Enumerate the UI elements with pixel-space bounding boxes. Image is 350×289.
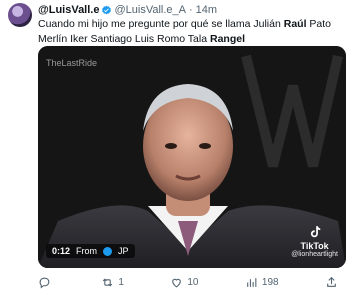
display-name[interactable]: @LuisVall.e [38, 4, 99, 16]
like-count: 10 [187, 277, 199, 288]
tweet-header: @LuisVall.e @LuisVall.e_A · 14m [38, 4, 217, 16]
share-icon [327, 276, 336, 287]
tweet-text-bold: Rangel [209, 33, 245, 45]
tweet-text-part: Cuando mi hijo me pregunte por qué se ll… [38, 18, 284, 30]
video-time-overlay: 0:12 From JP [46, 244, 135, 258]
like-button[interactable]: 10 [170, 276, 199, 289]
from-source[interactable]: JP [118, 246, 129, 256]
views-icon [247, 278, 257, 287]
tweet-text-bold: Raúl [283, 18, 307, 30]
source-avatar-icon [103, 246, 113, 256]
tiktok-icon [310, 226, 320, 238]
watermark-text: TheLastRide [46, 58, 98, 68]
from-label: From [76, 246, 98, 256]
tiktok-brand: TikTok [300, 241, 329, 251]
retweet-icon [103, 278, 113, 287]
tweet-actions: 1 10 198 [38, 276, 338, 289]
separator-dot: · [188, 4, 193, 16]
heart-icon [172, 278, 182, 288]
verified-badge-icon [102, 5, 112, 14]
reply-icon [39, 277, 50, 289]
share-button[interactable] [325, 276, 338, 289]
video-watermark: TheLastRide [46, 58, 97, 68]
video-time: 0:12 [52, 246, 71, 256]
timestamp[interactable]: 14m [196, 4, 217, 16]
reply-button[interactable] [38, 276, 55, 289]
retweet-button[interactable]: 1 [101, 276, 124, 289]
tiktok-username: @lionheartlight [291, 251, 338, 258]
tiktok-watermark: TikTok @lionheartlight [291, 224, 338, 258]
handle[interactable]: @LuisVall.e_A [114, 4, 186, 16]
views-button[interactable]: 198 [245, 276, 279, 289]
avatar[interactable] [8, 3, 32, 27]
retweet-count: 1 [118, 277, 124, 288]
tweet-text: Cuando mi hijo me pregunte por qué se ll… [38, 17, 338, 47]
views-count: 198 [261, 277, 279, 288]
video-player[interactable]: TheLastRide TikTok @lionheartlight 0:12 … [38, 46, 346, 268]
